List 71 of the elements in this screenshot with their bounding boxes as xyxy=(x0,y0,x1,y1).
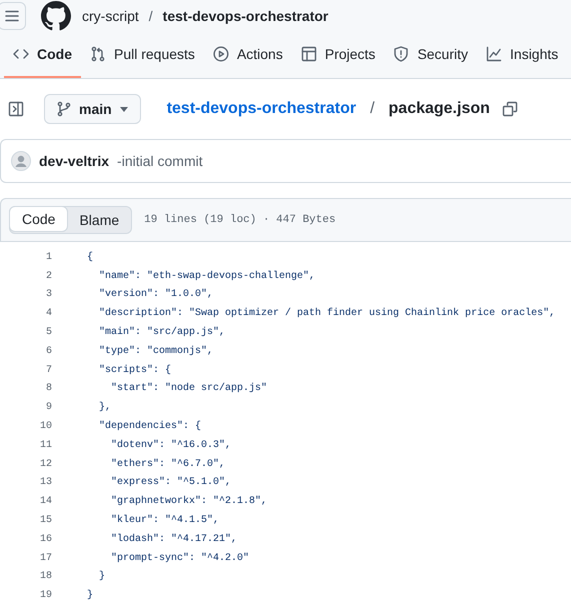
nav-tab[interactable]: Projects xyxy=(292,32,384,78)
commit-author[interactable]: dev-veltrix xyxy=(39,153,110,169)
file-info: 19 lines (19 loc) · 447 Bytes xyxy=(144,214,336,226)
code-line: "type": "commonjs", xyxy=(98,346,214,357)
line-number: 4 xyxy=(44,308,52,320)
nav-tab[interactable]: Security xyxy=(384,32,478,78)
line-number: 1 xyxy=(44,252,52,263)
code-line: }, xyxy=(98,402,112,414)
branch-icon xyxy=(57,101,71,117)
avatar-icon xyxy=(11,151,31,171)
code-line: "graphnetworkx": "^2.1.8", xyxy=(110,496,268,508)
line-number: 9 xyxy=(44,402,52,414)
code-line: "dotenv": "^16.0.3", xyxy=(110,440,232,451)
line-number: 6 xyxy=(44,346,52,357)
line-number: 12 xyxy=(38,458,52,470)
nav-tab[interactable]: Pull requests xyxy=(81,32,204,78)
line-number: 14 xyxy=(38,496,52,508)
repo-link[interactable]: test-devops-orchestrator xyxy=(162,8,328,24)
line-number: 3 xyxy=(44,289,52,300)
sidebar-icon xyxy=(8,101,24,117)
owner-link[interactable]: cry-script xyxy=(82,8,139,24)
line-number: 15 xyxy=(38,515,52,526)
code-line: "dependencies": { xyxy=(98,421,202,432)
menu-button[interactable] xyxy=(0,2,26,30)
file-name: package.json xyxy=(388,100,490,118)
table-icon xyxy=(300,46,317,62)
code-line: } xyxy=(98,571,106,582)
pull-request-icon xyxy=(90,46,106,62)
code-line: "version": "1.0.0", xyxy=(98,289,214,300)
view-mode-tab[interactable]: Blame xyxy=(67,207,132,233)
cat-logo-icon[interactable] xyxy=(40,0,72,32)
code-line: "prompt-sync": "^4.2.0" xyxy=(110,552,250,564)
code-line: "name": "eth-swap-devops-challenge", xyxy=(98,270,316,282)
nav-tab[interactable]: Insights xyxy=(477,32,568,78)
code-line: "start": "node src/app.js" xyxy=(110,383,268,394)
code-line: "kleur": "^4.1.5", xyxy=(110,515,220,526)
line-number: 16 xyxy=(38,534,52,545)
line-number: 18 xyxy=(38,571,52,582)
code-line: } xyxy=(87,590,94,602)
line-number: 2 xyxy=(44,270,52,282)
line-number: 13 xyxy=(38,477,52,488)
line-number: 8 xyxy=(44,383,52,394)
caret-icon xyxy=(120,106,128,112)
line-number: 11 xyxy=(38,440,52,451)
code-line: "ethers": "^6.7.0", xyxy=(110,458,226,470)
line-number: 17 xyxy=(38,552,52,564)
code-line: { xyxy=(87,252,94,263)
nav-tab[interactable]: Actions xyxy=(204,32,292,78)
shield-icon xyxy=(393,46,410,62)
branch-selector[interactable]: main xyxy=(44,94,141,124)
line-number: 7 xyxy=(44,364,52,376)
code-line: "lodash": "^4.17.21", xyxy=(110,534,238,545)
sidebar-toggle-button[interactable] xyxy=(8,101,24,117)
code-line: "express": "^5.1.0", xyxy=(110,477,232,488)
copy-icon xyxy=(502,101,518,117)
copy-path-button[interactable] xyxy=(502,101,518,117)
path-separator: / xyxy=(148,8,153,24)
repo-link[interactable]: test-devops-orchestrator xyxy=(166,100,356,118)
line-number: 5 xyxy=(44,327,52,338)
graph-icon xyxy=(486,46,502,62)
path-separator: / xyxy=(370,100,375,118)
menu-icon xyxy=(5,10,19,22)
view-mode-tab[interactable]: Code xyxy=(9,206,68,232)
code-line: "description": "Swap optimizer / path finder using Chainlink price oracles", xyxy=(98,308,556,320)
line-number: 19 xyxy=(38,590,52,602)
nav-tab[interactable]: Code xyxy=(4,32,81,78)
code-line: "main": "src/app.js", xyxy=(98,327,226,338)
code-line: "scripts": { xyxy=(98,364,172,376)
line-number: 10 xyxy=(38,421,52,432)
commit-message[interactable]: -initial commit xyxy=(117,153,203,169)
play-icon xyxy=(212,46,229,62)
